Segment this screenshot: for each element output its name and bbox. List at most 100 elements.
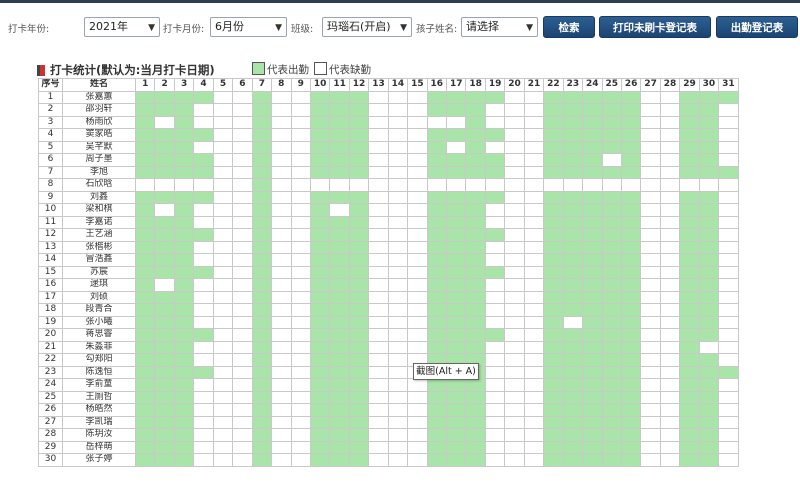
row-index: 9 — [38, 190, 63, 204]
attendance-cell-present — [426, 315, 448, 329]
month-select[interactable]: 6月份 ▼ — [210, 17, 287, 37]
class-select[interactable]: 玛瑙石(开启) ▼ — [322, 17, 412, 37]
row-index: 6 — [38, 153, 63, 167]
attendance-cell-absent — [640, 253, 661, 267]
attendance-cell-present — [309, 428, 331, 442]
row-index: 20 — [38, 328, 63, 342]
year-select[interactable]: 2021年 ▼ — [84, 17, 160, 37]
attendance-cell-absent — [659, 140, 681, 154]
print-unswiped-button[interactable]: 打印未刷卡登记表 — [599, 16, 711, 38]
attendance-cell-present — [348, 378, 370, 392]
attendance-cell-absent — [232, 340, 253, 354]
attendance-cell-present — [562, 340, 584, 354]
attendance-cell-present — [543, 115, 564, 129]
attendance-cell-present — [562, 90, 584, 104]
attendance-cell-present — [465, 228, 486, 242]
attendance-cell-absent — [368, 390, 389, 404]
attendance-cell-present — [309, 328, 331, 342]
child-name: 张嘉蕙 — [62, 90, 136, 104]
attendance-cell-present — [309, 90, 331, 104]
attendance-cell-present — [154, 90, 175, 104]
header-day: 29 — [679, 78, 700, 92]
attendance-cell-absent — [659, 440, 681, 454]
attendance-cell-present — [698, 353, 720, 367]
attendance-cell-present — [582, 415, 603, 429]
attendance-cell-present — [698, 203, 720, 217]
attendance-cell-present — [582, 253, 603, 267]
search-button[interactable]: 检索 — [543, 16, 595, 38]
row-index: 3 — [38, 115, 63, 129]
attendance-cell-absent — [407, 128, 428, 142]
attendance-cell-absent — [523, 240, 545, 254]
attendance-cell-present — [154, 328, 175, 342]
attendance-cell-absent — [193, 203, 214, 217]
attendance-cell-absent — [504, 403, 525, 417]
attendance-cell-present — [620, 103, 642, 117]
attendance-cell-absent — [718, 290, 739, 304]
attendance-cell-absent — [271, 303, 292, 317]
attendance-cell-present — [698, 265, 720, 279]
attendance-cell-absent — [718, 128, 739, 142]
attendance-cell-present — [543, 103, 564, 117]
attendance-cell-absent — [387, 440, 409, 454]
attendance-cell-present — [562, 328, 584, 342]
child-name: 窦家皓 — [62, 128, 136, 142]
attendance-cell-present — [718, 365, 739, 379]
attendance-cell-absent — [232, 428, 253, 442]
attendance-cell-present — [562, 140, 584, 154]
child-name: 段青合 — [62, 303, 136, 317]
attendance-cell-present — [698, 140, 720, 154]
table-row: 26 杨皓然 — [38, 403, 739, 417]
attendance-cell-present — [679, 240, 700, 254]
attendance-cell-absent — [271, 453, 292, 467]
attendance-cell-present — [251, 265, 273, 279]
attendance-cell-present — [426, 165, 448, 179]
table-row: 1 张嘉蕙 — [38, 90, 739, 104]
attendance-cell-present — [426, 440, 448, 454]
attendance-cell-present — [251, 190, 273, 204]
attendance-cell-absent — [620, 178, 642, 192]
attendance-cell-absent — [640, 103, 661, 117]
attendance-cell-absent — [718, 428, 739, 442]
attendance-cell-present — [154, 165, 175, 179]
attendance-cell-present — [154, 415, 175, 429]
attendance-cell-absent — [368, 290, 389, 304]
child-name: 李旭 — [62, 165, 136, 179]
attendance-cell-present — [348, 90, 370, 104]
attendance-cell-present — [445, 453, 467, 467]
attendance-sheet-button[interactable]: 出勤登记表 — [716, 16, 798, 38]
attendance-cell-present — [562, 115, 584, 129]
table-row: 5 吴芊默 — [38, 140, 739, 154]
attendance-cell-present — [465, 240, 486, 254]
attendance-cell-present — [562, 365, 584, 379]
attendance-cell-present — [562, 415, 584, 429]
attendance-cell-absent — [504, 240, 525, 254]
legend-absent: 代表缺勤 — [314, 62, 371, 77]
attendance-cell-present — [698, 378, 720, 392]
attendance-cell-present — [251, 128, 273, 142]
attendance-cell-present — [134, 415, 156, 429]
attendance-cell-present — [620, 390, 642, 404]
attendance-cell-present — [193, 165, 214, 179]
attendance-cell-absent — [232, 215, 253, 229]
attendance-cell-present — [620, 165, 642, 179]
attendance-cell-present — [620, 315, 642, 329]
attendance-cell-present — [426, 390, 448, 404]
attendance-cell-absent — [368, 178, 389, 192]
attendance-cell-present — [134, 265, 156, 279]
child-select[interactable]: 请选择 ▼ — [461, 17, 538, 37]
attendance-cell-absent — [640, 315, 661, 329]
header-day: 6 — [232, 78, 253, 92]
attendance-cell-absent — [368, 240, 389, 254]
attendance-cell-absent — [407, 315, 428, 329]
attendance-cell-present — [562, 253, 584, 267]
attendance-cell-absent — [445, 140, 467, 154]
attendance-cell-present — [251, 153, 273, 167]
attendance-cell-absent — [407, 165, 428, 179]
header-day: 5 — [212, 78, 234, 92]
legend-absent-label: 代表缺勤 — [329, 64, 371, 76]
attendance-cell-absent — [523, 378, 545, 392]
attendance-cell-present — [543, 253, 564, 267]
attendance-cell-absent — [368, 365, 389, 379]
attendance-cell-present — [601, 428, 622, 442]
